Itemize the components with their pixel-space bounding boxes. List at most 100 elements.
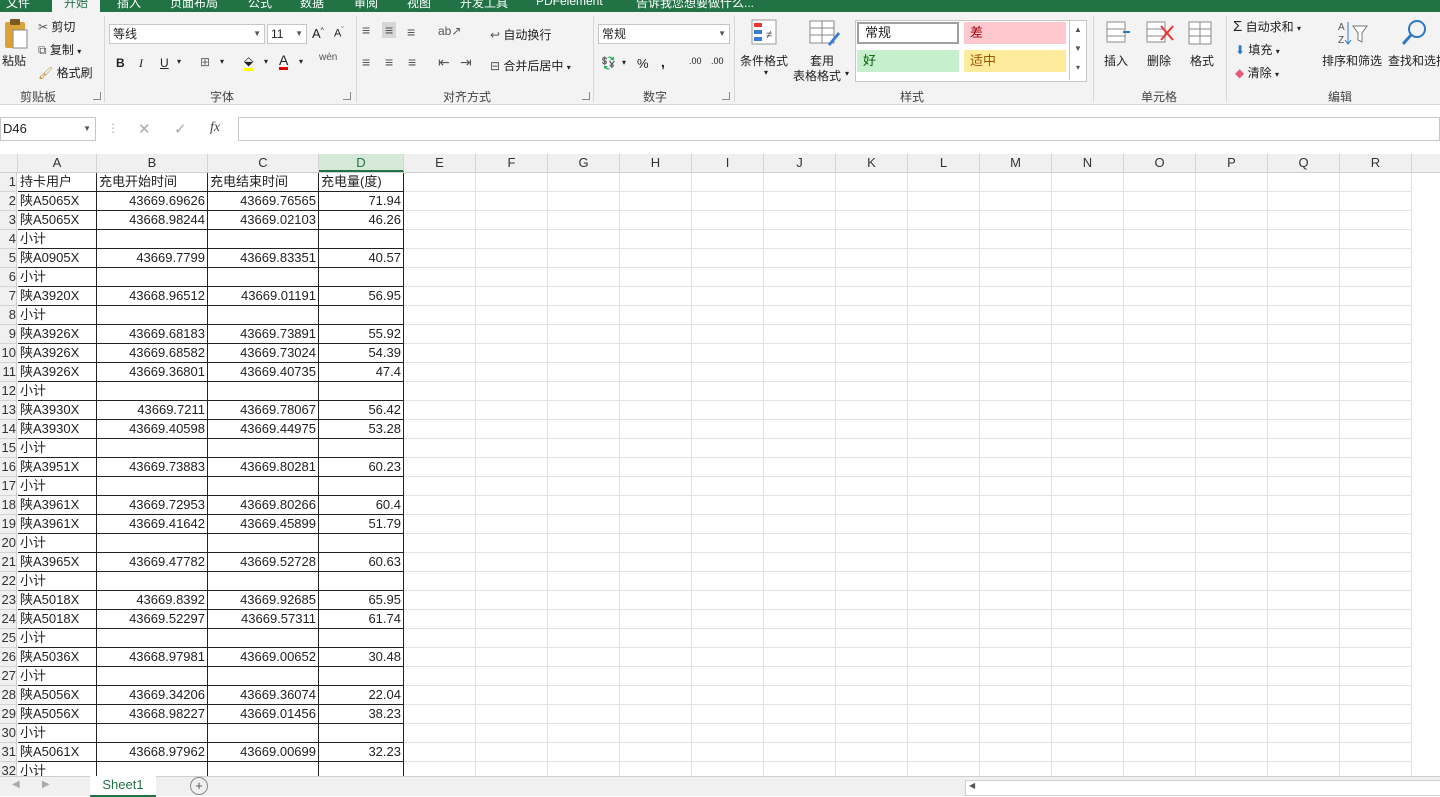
chevron-down-icon[interactable]: ▾ — [177, 57, 181, 66]
cell-q[interactable] — [1268, 553, 1340, 572]
cell-c[interactable]: 43669.80281 — [208, 458, 319, 477]
cell-d[interactable]: 71.94 — [319, 192, 404, 211]
cell-m[interactable] — [980, 743, 1052, 762]
cell-o[interactable] — [1124, 382, 1196, 401]
cell-r[interactable] — [1340, 249, 1412, 268]
cell-f[interactable] — [476, 382, 548, 401]
cell-l[interactable] — [908, 515, 980, 534]
cell-m[interactable] — [980, 610, 1052, 629]
cell-b[interactable]: 43669.8392 — [97, 591, 208, 610]
cell-q[interactable] — [1268, 629, 1340, 648]
cell-f[interactable] — [476, 230, 548, 249]
cell-p[interactable] — [1196, 192, 1268, 211]
cell-e[interactable] — [404, 762, 476, 776]
cell-i[interactable] — [692, 629, 764, 648]
cell-i[interactable] — [692, 572, 764, 591]
cell-k[interactable] — [836, 211, 908, 230]
cell-i[interactable] — [692, 686, 764, 705]
format-cells-button[interactable] — [1186, 18, 1216, 51]
row-header[interactable]: 22 — [0, 572, 17, 591]
cell-n[interactable] — [1052, 743, 1124, 762]
cell-p[interactable] — [1196, 572, 1268, 591]
cell-a[interactable]: 陕A3961X — [18, 496, 97, 515]
cell-j[interactable] — [764, 401, 836, 420]
cell-g[interactable] — [548, 325, 620, 344]
cell-f[interactable] — [476, 325, 548, 344]
cell-k[interactable] — [836, 268, 908, 287]
style-normal[interactable]: 常规 — [857, 22, 959, 44]
cell-e[interactable] — [404, 477, 476, 496]
row-header[interactable]: 29 — [0, 705, 17, 724]
cell-f[interactable] — [476, 762, 548, 776]
cell-q[interactable] — [1268, 306, 1340, 325]
cell-e[interactable] — [404, 268, 476, 287]
cell-q[interactable] — [1268, 572, 1340, 591]
cell-r[interactable] — [1340, 648, 1412, 667]
cell-i[interactable] — [692, 268, 764, 287]
cell-e[interactable] — [404, 306, 476, 325]
cell-d[interactable]: 32.23 — [319, 743, 404, 762]
cell-c[interactable] — [208, 382, 319, 401]
cell-l[interactable] — [908, 705, 980, 724]
cell-b[interactable] — [97, 230, 208, 249]
cell-r[interactable] — [1340, 686, 1412, 705]
cell-c[interactable]: 43669.01191 — [208, 287, 319, 306]
column-header-f[interactable]: F — [476, 154, 548, 172]
cell-i[interactable] — [692, 211, 764, 230]
cell-m[interactable] — [980, 762, 1052, 776]
cell-b[interactable]: 43669.52297 — [97, 610, 208, 629]
cell-g[interactable] — [548, 173, 620, 192]
cell-b[interactable]: 43669.34206 — [97, 686, 208, 705]
tab-view[interactable]: 视图 — [407, 0, 431, 11]
cell-a[interactable]: 陕A3951X — [18, 458, 97, 477]
format-as-table-button[interactable] — [808, 18, 840, 50]
cell-k[interactable] — [836, 762, 908, 776]
cell-r[interactable] — [1340, 268, 1412, 287]
cell-c[interactable] — [208, 230, 319, 249]
cell-r[interactable] — [1340, 705, 1412, 724]
cell-a[interactable]: 陕A3926X — [18, 325, 97, 344]
cell-q[interactable] — [1268, 344, 1340, 363]
cell-a[interactable]: 陕A3926X — [18, 363, 97, 382]
cell-f[interactable] — [476, 344, 548, 363]
column-header-a[interactable]: A — [18, 154, 97, 172]
cell-c[interactable]: 43669.00699 — [208, 743, 319, 762]
cell-b[interactable]: 43669.36801 — [97, 363, 208, 382]
cell-r[interactable] — [1340, 591, 1412, 610]
cell-r[interactable] — [1340, 439, 1412, 458]
style-good[interactable]: 好 — [857, 50, 959, 72]
cell-e[interactable] — [404, 211, 476, 230]
cell-k[interactable] — [836, 572, 908, 591]
cell-g[interactable] — [548, 420, 620, 439]
cell-k[interactable] — [836, 439, 908, 458]
cell-e[interactable] — [404, 439, 476, 458]
cell-d[interactable] — [319, 572, 404, 591]
cell-b[interactable]: 43669.7211 — [97, 401, 208, 420]
cell-a[interactable]: 小计 — [18, 629, 97, 648]
cell-b[interactable]: 43669.73883 — [97, 458, 208, 477]
cell-d[interactable]: 65.95 — [319, 591, 404, 610]
cell-g[interactable] — [548, 363, 620, 382]
find-select-button[interactable] — [1400, 18, 1430, 51]
cell-k[interactable] — [836, 477, 908, 496]
cell-g[interactable] — [548, 743, 620, 762]
cell-c[interactable]: 43669.92685 — [208, 591, 319, 610]
cell-e[interactable] — [404, 458, 476, 477]
cell-r[interactable] — [1340, 458, 1412, 477]
cell-n[interactable] — [1052, 420, 1124, 439]
cell-n[interactable] — [1052, 192, 1124, 211]
cell-c[interactable] — [208, 667, 319, 686]
sort-filter-button[interactable]: AZ — [1336, 18, 1370, 51]
cell-j[interactable] — [764, 629, 836, 648]
cell-k[interactable] — [836, 363, 908, 382]
cell-c[interactable]: 43669.36074 — [208, 686, 319, 705]
style-neutral[interactable]: 适中 — [964, 50, 1066, 72]
cell-g[interactable] — [548, 382, 620, 401]
cell-h[interactable] — [620, 686, 692, 705]
cell-d[interactable]: 60.23 — [319, 458, 404, 477]
cell-b[interactable] — [97, 572, 208, 591]
cell-f[interactable] — [476, 572, 548, 591]
cell-l[interactable] — [908, 724, 980, 743]
cell-j[interactable] — [764, 667, 836, 686]
cell-b[interactable] — [97, 439, 208, 458]
